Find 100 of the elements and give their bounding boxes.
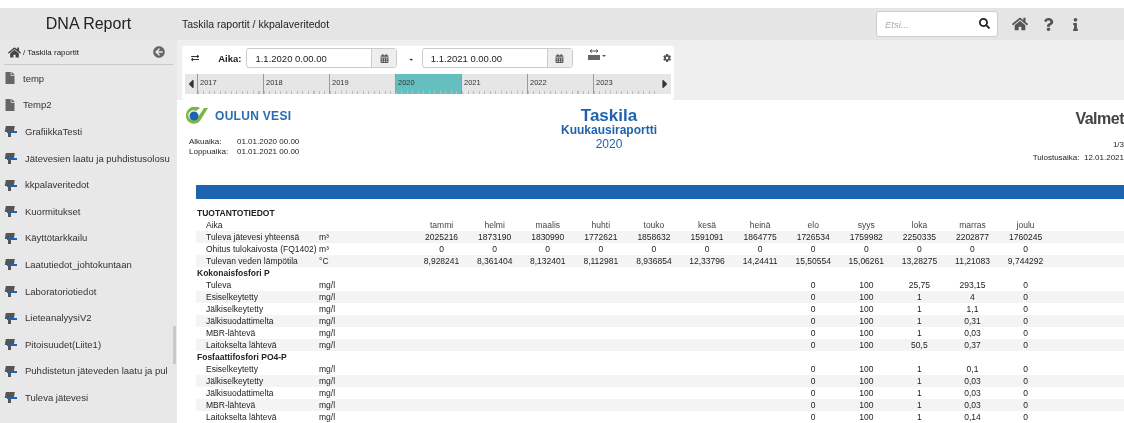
report-icon [4, 258, 18, 271]
row-label: Laitokselta lähtevä [205, 412, 278, 422]
sidebar-item[interactable]: Jätevesien laatu ja puhdistusolosu [0, 144, 172, 172]
table-cell-text: 100 [858, 376, 875, 386]
table-cell-text: 1772621 [583, 232, 619, 242]
unit-cell-text: mg/l [319, 280, 337, 290]
sidebar-item[interactable]: Puhdistetun jäteveden laatu ja pul [0, 357, 172, 385]
table-cell-text: 1 [916, 388, 923, 398]
unit-cell-text: mg/l [319, 376, 337, 386]
sidebar-item[interactable]: Tuleva jätevesi [0, 384, 172, 411]
table-cell-text: 0 [1022, 340, 1029, 350]
sidebar-item[interactable]: kkpalaveritedot [0, 171, 172, 198]
sidebar-item[interactable]: Kuormitukset [0, 197, 172, 225]
table-cell-text: 100 [858, 304, 875, 314]
unit-cell-text: mg/l [319, 364, 337, 374]
report-icon [4, 152, 18, 165]
table-cell-text: 9,744292 [1006, 256, 1045, 266]
sidebar-item[interactable]: GrafiikkaTesti [0, 118, 172, 145]
month-header: elo [806, 220, 820, 230]
table-cell-text: 0 [1022, 412, 1029, 422]
table-cell-text: 100 [858, 400, 875, 410]
document-icon [4, 98, 16, 111]
time-label: Aika: [218, 52, 242, 64]
table-cell-text: 100 [858, 364, 875, 374]
sidebar-item[interactable]: Laatutiedot_johtokuntaan [0, 251, 172, 278]
report-icon [4, 338, 18, 351]
sidebar-item[interactable]: Käyttötarkkailu [0, 224, 172, 252]
table-cell-text: 2202877 [954, 232, 991, 242]
table-cell-text: 0 [544, 244, 552, 254]
table-cell-text: 15,50554 [794, 256, 832, 266]
month-header: helmi [483, 220, 506, 230]
table-cell-text: 0,03 [963, 400, 982, 410]
table-cell-text: 0,03 [963, 376, 982, 386]
table-cell-text: 8,936854 [635, 256, 673, 266]
month-header: tammi [428, 220, 455, 230]
table-cell-text: 1591091 [689, 232, 725, 242]
sidebar-item[interactable]: Pitoisuudet(Liite1) [0, 330, 172, 358]
sidebar-breadcrumb[interactable]: / Taskila raportit [23, 47, 151, 57]
report-subtitle: Kuukausiraportti [561, 124, 657, 137]
table-cell-text: 0 [1022, 328, 1029, 338]
sidebar-item[interactable]: Temp2 [0, 91, 172, 119]
table-cell-text: 0,14 [963, 412, 982, 422]
table-cell-text: 0,31 [963, 316, 982, 326]
table-cell-text: 1759982 [848, 232, 884, 242]
table-cell-text: 1760245 [1008, 232, 1044, 242]
table-cell-text: 0 [1022, 388, 1029, 398]
scrollbar[interactable] [173, 326, 176, 364]
table-cell-text: 0 [809, 340, 817, 350]
end-value: 01.01.2021 00.00 [237, 147, 301, 156]
table-cell-text: 1726534 [795, 232, 831, 242]
unit-cell-text: °C [319, 256, 330, 266]
row-label: Jälkisuodattimelta [205, 388, 275, 398]
month-header: marras [958, 220, 987, 230]
unit-cell-text: mg/l [319, 304, 337, 314]
table-cell-text: 0 [809, 400, 817, 410]
back-icon[interactable] [153, 46, 165, 58]
table-cell-text: 100 [858, 292, 875, 302]
home-icon[interactable] [8, 45, 21, 59]
report-icon [4, 364, 18, 377]
home-icon[interactable] [1012, 16, 1028, 32]
table-cell-text: 0 [809, 316, 817, 326]
refresh-icon[interactable] [191, 53, 200, 63]
row-label: Jälkiselkeytetty [205, 304, 265, 314]
row-label: MBR-lähtevä [205, 400, 257, 410]
row-label: Esiselkeytetty [205, 292, 259, 302]
table-cell-text: 0 [1022, 364, 1029, 374]
table-cell-text: 100 [858, 280, 875, 290]
report-year: 2020 [595, 137, 623, 151]
table-cell-text: 0 [809, 388, 817, 398]
section-title: Fosfaattifosfori PO4-P [196, 351, 288, 363]
table-cell-text: 4 [969, 292, 976, 302]
sidebar-item[interactable]: Laboratoriotiedot [0, 277, 172, 305]
table-cell-text: 12,33796 [688, 256, 726, 266]
section-title: TUOTANTOTIEDOT [196, 207, 276, 219]
unit-cell-text: m³ [319, 244, 330, 254]
report-icon [4, 125, 18, 138]
table-cell-text: 1 [916, 364, 923, 374]
table-cell-text: 100 [858, 388, 875, 398]
table-cell-text: 0 [703, 244, 711, 254]
sidebar-item[interactable]: temp [0, 65, 172, 92]
start-value: 01.01.2020 00.00 [237, 137, 301, 146]
report-icon [4, 311, 18, 324]
table-cell-text: 0 [1022, 400, 1029, 410]
month-header: huhti [590, 220, 612, 230]
search-field[interactable]: Etsi... [876, 11, 998, 37]
month-header: syys [856, 220, 876, 230]
table-cell-text: 0 [1022, 292, 1029, 302]
row-label: Laitokselta lähtevä [205, 340, 278, 350]
search-icon[interactable] [979, 18, 990, 29]
help-icon[interactable] [1042, 17, 1055, 31]
table-cell-text: 100 [858, 328, 875, 338]
app-title: DNA Report [44, 15, 133, 33]
table-cell-text: 0 [1022, 376, 1029, 386]
row-label: Aika [205, 220, 224, 230]
unit-cell-text: mg/l [319, 316, 337, 326]
timescale-icon[interactable] [586, 49, 607, 63]
sidebar-item[interactable]: LieteanalyysiV2 [0, 304, 172, 331]
unit-cell-text: mg/l [319, 400, 337, 410]
settings-icon[interactable] [662, 53, 671, 63]
row-label: Jälkiselkeytetty [205, 376, 265, 386]
